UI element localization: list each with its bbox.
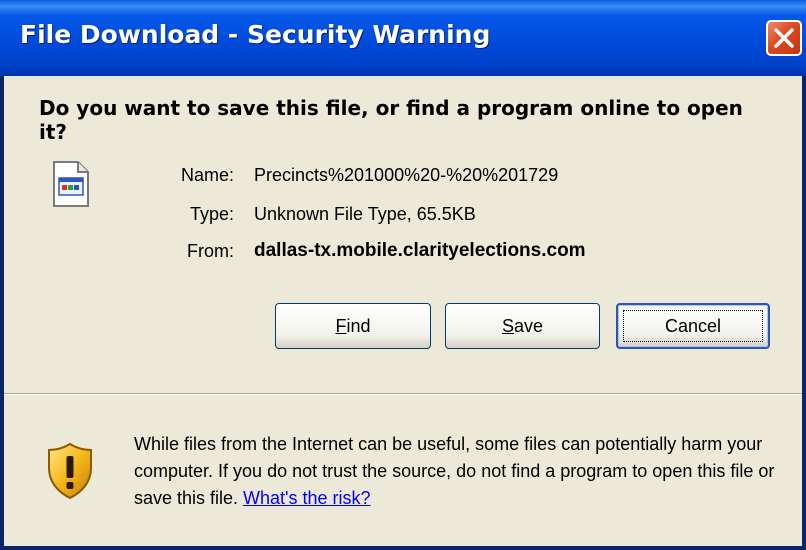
find-label: ind [346, 316, 371, 336]
title-bar[interactable]: File Download - Security Warning [0, 0, 806, 76]
type-label: Type: [189, 204, 234, 224]
type-value: Unknown File Type, 65.5KB [254, 204, 476, 224]
window-title: File Download - Security Warning [20, 20, 491, 49]
save-button[interactable]: Save [445, 303, 600, 349]
cancel-button[interactable]: Cancel [616, 303, 770, 349]
find-mnemonic: F [335, 316, 347, 336]
name-value: Precincts%201000%20-%20%201729 [254, 165, 559, 185]
separator [4, 393, 802, 395]
from-value: dallas-tx.mobile.clarityelections.com [254, 240, 586, 261]
security-shield-icon [48, 442, 92, 500]
close-button[interactable] [766, 20, 802, 56]
generic-file-icon [53, 161, 89, 207]
dialog-body: Do you want to save this file, or find a… [4, 76, 802, 546]
close-icon [774, 28, 794, 48]
save-mnemonic: S [501, 316, 514, 336]
find-button[interactable]: Find [275, 303, 431, 349]
focus-rectangle [623, 310, 763, 342]
question-text: Do you want to save this file, or find a… [39, 96, 743, 144]
save-label: ave [513, 316, 544, 336]
whats-the-risk-link[interactable]: What's the risk? [243, 488, 370, 508]
file-download-dialog: File Download - Security Warning Do you … [0, 0, 806, 550]
warning-message: While files from the Internet can be use… [134, 431, 794, 512]
warning-text: While files from the Internet can be use… [134, 434, 775, 508]
from-label: From: [187, 241, 234, 261]
name-label: Name: [180, 165, 234, 185]
